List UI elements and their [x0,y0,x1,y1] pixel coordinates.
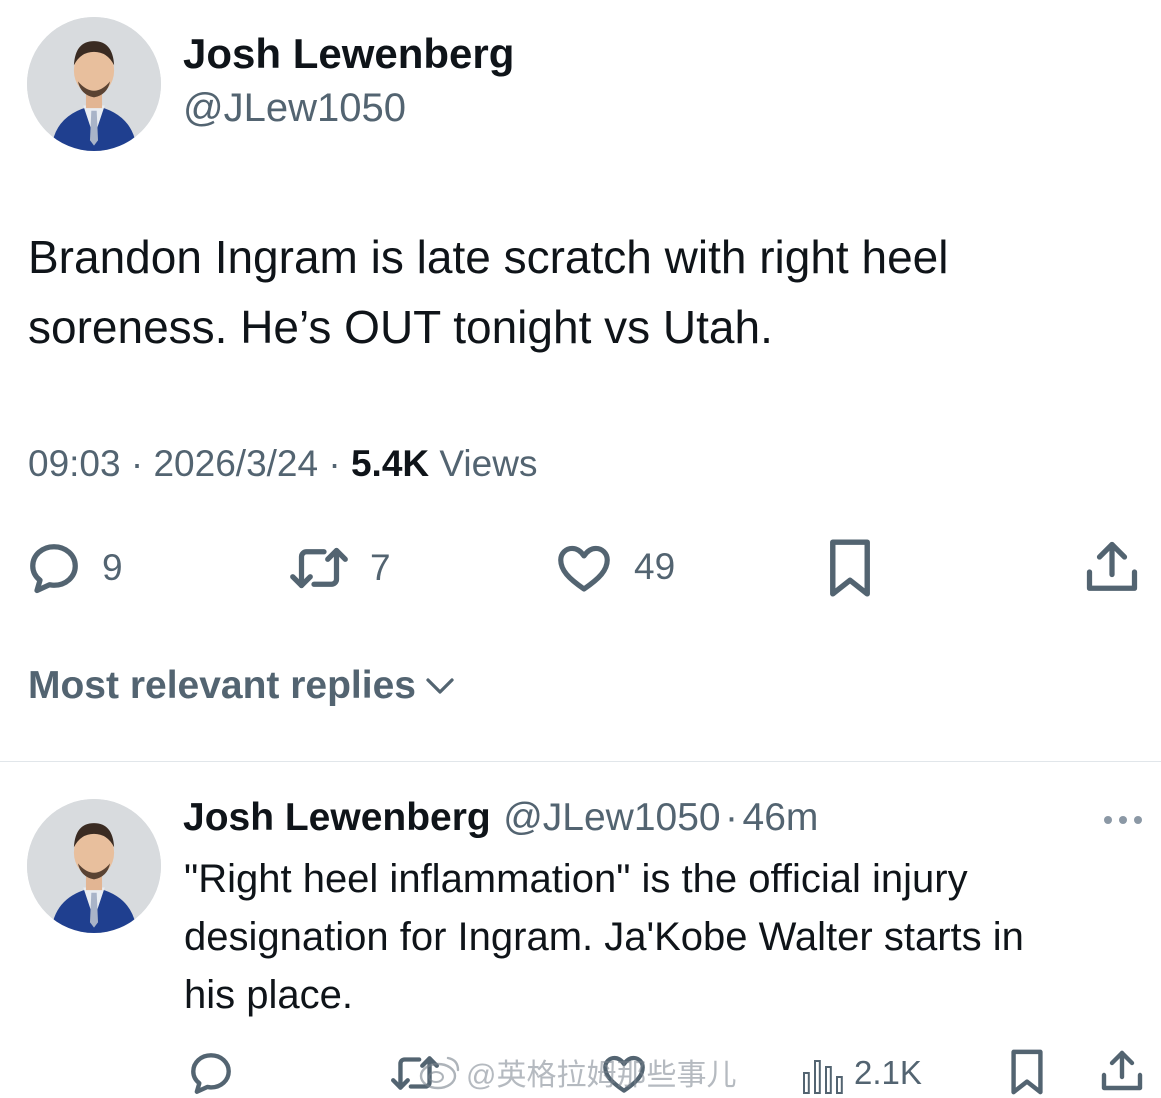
retweet-button[interactable]: 7 [286,538,391,598]
tweet-text: Brandon Ingram is late scratch with righ… [28,222,1138,362]
retweet-icon [290,547,348,589]
like-count: 49 [634,546,676,587]
tweet-date[interactable]: 2026/3/24 [153,443,318,484]
views-count: 5.4K [350,443,430,484]
avatar-image [27,799,161,933]
reply-author-name[interactable]: Josh Lewenberg [183,796,491,839]
tweet-text-line-2: soreness. He’s OUT tonight vs Utah. [28,301,773,353]
author-avatar[interactable] [27,17,161,151]
reply-reply-button[interactable] [186,1048,236,1098]
avatar-image [27,17,161,151]
share-icon [1086,541,1138,591]
share-icon [1101,1050,1143,1091]
views-icon [803,1060,843,1094]
bookmark-icon [1011,1049,1043,1095]
like-button[interactable]: 49 [552,536,675,598]
author-name[interactable]: Josh Lewenberg [183,30,514,78]
retweet-count: 7 [370,547,391,588]
reply-count: 9 [102,547,123,588]
reply-author-handle[interactable]: @JLew1050 [503,796,720,839]
reply-bookmark-button[interactable] [1004,1046,1050,1098]
replies-sort-label: Most relevant replies [28,664,416,707]
reply-author-avatar[interactable] [27,799,161,933]
reply-age[interactable]: 46m [743,796,819,839]
reply-icon [30,544,78,594]
reply-views-count: 2.1K [854,1054,922,1091]
more-button[interactable] [1100,810,1146,835]
more-icon [1104,816,1142,824]
author-handle[interactable]: @JLew1050 [183,86,406,131]
watermark: @英格拉姆那些事儿 [418,1050,736,1094]
reply-text-line-3: his place. [184,973,353,1017]
reply-share-button[interactable] [1098,1046,1146,1096]
tweet-meta: 09:03 · 2026/3/24 · 5.4K Views [28,443,537,485]
tweet-time[interactable]: 09:03 [28,443,121,484]
bookmark-icon [830,539,870,597]
divider [0,761,1161,762]
reply-button[interactable]: 9 [24,538,123,598]
like-icon [558,545,610,592]
reply-text-line-2: designation for Ingram. Ja'Kobe Walter s… [184,915,1024,959]
weibo-icon [419,1056,460,1090]
reply-views-button[interactable]: 2.1K [800,1048,922,1098]
reply-text: "Right heel inflammation" is the officia… [184,850,1144,1024]
views-label: Views [439,443,538,484]
reply-separator: · [725,796,739,839]
replies-sort-dropdown[interactable]: Most relevant replies [28,664,458,708]
reply-icon [191,1053,231,1094]
watermark-text: @英格拉姆那些事儿 [466,1059,737,1092]
reply-header: Josh Lewenberg @JLew1050 · 46m [183,796,818,840]
bookmark-button[interactable] [820,536,880,600]
chevron-down-icon [426,678,454,694]
meta-separator: · [130,443,144,484]
reply-text-line-1: "Right heel inflammation" is the officia… [184,857,968,901]
tweet-text-line-1: Brandon Ingram is late scratch with righ… [28,231,949,283]
share-button[interactable] [1082,536,1142,598]
meta-separator: · [328,443,341,484]
